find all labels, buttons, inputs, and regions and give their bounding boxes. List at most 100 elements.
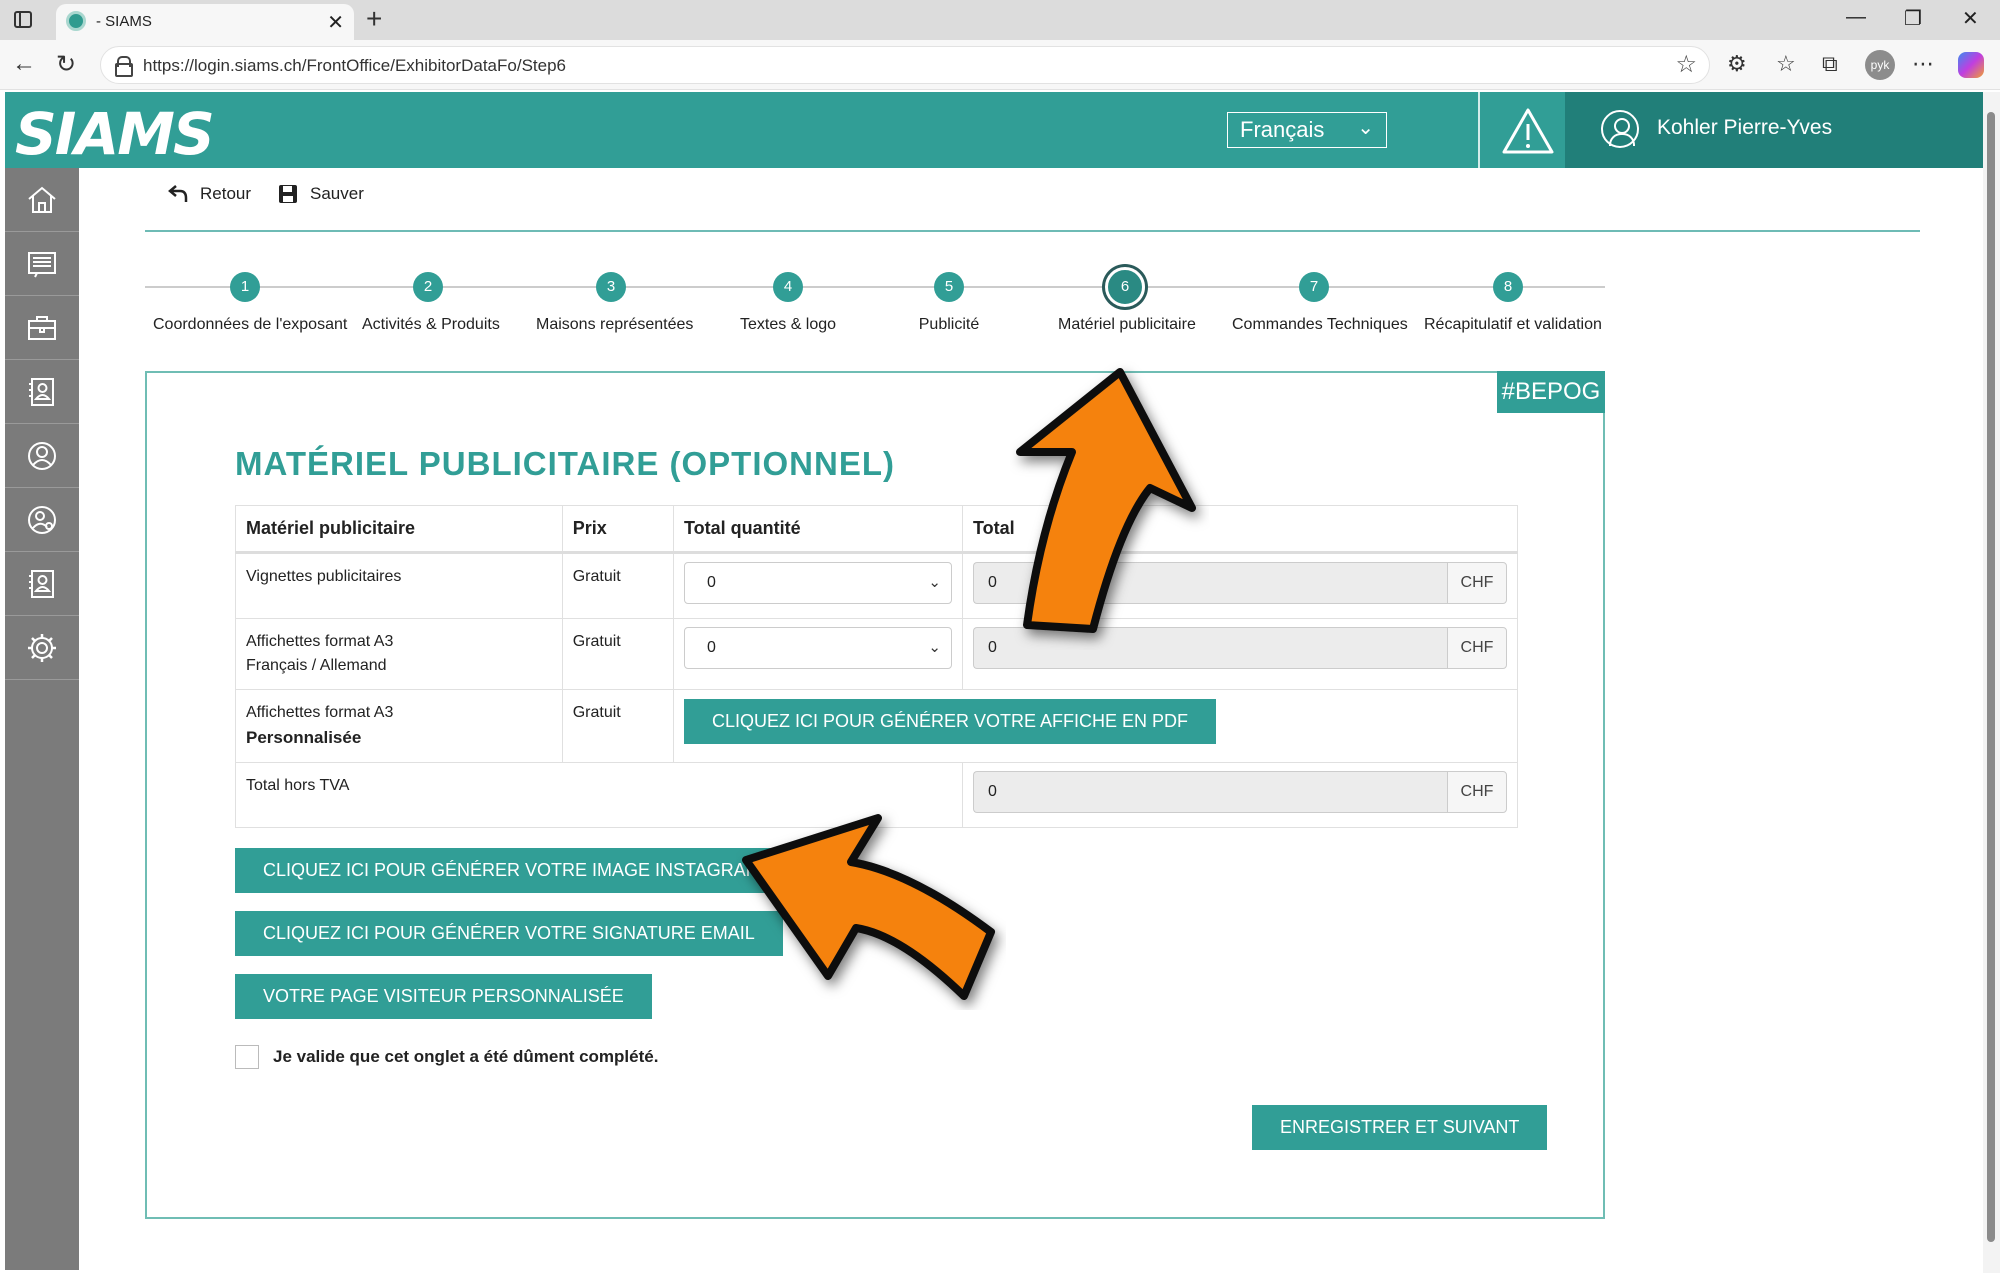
step-4[interactable]: 4 Textes & logo [740,272,836,334]
generate-instagram-button[interactable]: CLIQUEZ ICI POUR GÉNÉRER VOTRE IMAGE INS… [235,848,789,893]
url-text[interactable]: https://login.siams.ch/FrontOffice/Exhib… [143,56,566,76]
back-arrow-icon[interactable]: ← [12,50,36,78]
profile-avatar[interactable]: pyk [1865,50,1895,80]
sidebar-item-settings[interactable] [5,616,79,680]
browser-tab[interactable]: - SIAMS ✕ [56,4,354,40]
extensions-icon[interactable]: ⚙ [1727,51,1747,77]
siams-logo[interactable]: SIAMS [15,100,215,168]
total-value: 0 [972,771,1447,813]
confirm-checkbox[interactable] [235,1045,259,1069]
step-number: 6 [1105,267,1145,307]
warning-icon[interactable] [1500,106,1556,156]
step-6-active[interactable]: 6 Matériel publicitaire [1058,267,1196,334]
favorites-icon[interactable]: ☆ [1776,51,1796,77]
home-icon [28,186,56,213]
item-price: Gratuit [561,689,674,763]
page-scrollbar[interactable] [1983,92,2000,1273]
minimize-icon[interactable]: — [1846,6,1866,29]
user-menu[interactable]: Kohler Pierre-Yves [1565,92,1983,168]
item-name: Affichettes format A3 [246,633,394,650]
sidebar-item-news[interactable] [5,232,79,296]
undo-arrow-icon [168,185,188,202]
item-price: Gratuit [561,618,674,690]
tab-actions-icon[interactable] [14,11,32,28]
user-settings-icon [28,505,56,534]
reload-icon[interactable]: ↻ [56,50,76,79]
more-menu-icon[interactable]: ⋯ [1912,51,1934,77]
lock-icon[interactable] [115,56,133,77]
chevron-down-icon: ⌄ [928,639,941,656]
save-button[interactable]: Sauver [278,184,364,204]
form-panel: #BEPOG MATÉRIEL PUBLICITAIRE (OPTIONNEL)… [145,371,1605,1219]
item-subtitle: Français / Allemand [246,657,387,674]
tab-close-icon[interactable]: ✕ [327,10,344,35]
collections-icon[interactable]: ⧉ [1822,51,1838,77]
step-1[interactable]: 1 Coordonnées de l'exposant [153,272,348,334]
column-header: Total [961,505,1519,554]
item-name: Affichettes format A3 [246,704,394,721]
scrollbar-thumb[interactable] [1987,112,1995,1242]
step-number: 2 [413,272,443,302]
total-label: Total hors TVA [235,762,963,828]
user-avatar-icon [1601,110,1639,148]
table-row: Affichettes format A3 Français / Alleman… [235,618,1519,690]
visitor-page-button[interactable]: VOTRE PAGE VISITEUR PERSONNALISÉE [235,974,652,1019]
item-price: Gratuit [561,552,674,619]
table-total-row: Total hors TVA 0 CHF [235,762,1519,828]
window-close-icon[interactable]: ✕ [1962,6,1979,31]
sidebar-item-account[interactable] [5,488,79,552]
step-label: Matériel publicitaire [1058,316,1196,333]
item-name: Vignettes publicitaires [235,552,563,619]
chevron-down-icon: ⌄ [1357,117,1374,139]
generate-signature-button[interactable]: CLIQUEZ ICI POUR GÉNÉRER VOTRE SIGNATURE… [235,911,783,956]
favorite-star-icon[interactable]: ☆ [1675,50,1697,79]
chevron-down-icon: ⌄ [928,574,941,591]
step-label: Récapitulatif et validation [1424,316,1602,333]
sidebar-item-contact[interactable] [5,360,79,424]
user-name: Kohler Pierre-Yves [1657,116,1833,139]
app-header: SIAMS Français ⌄ Kohler Pierre-Yves [5,92,1983,168]
contact-card-icon [29,377,54,406]
sidebar-item-profile[interactable] [5,424,79,488]
user-circle-icon [28,441,56,470]
copilot-icon[interactable] [1958,52,1984,78]
favicon-icon [66,11,86,31]
step-8[interactable]: 8 Récapitulatif et validation [1424,272,1602,334]
step-label: Coordonnées de l'exposant [153,316,348,333]
back-button[interactable]: Retour [168,184,251,204]
sidebar-item-home[interactable] [5,168,79,232]
news-icon [28,251,56,277]
quantity-select[interactable]: 0 ⌄ [683,627,952,669]
url-field[interactable]: https://login.siams.ch/FrontOffice/Exhib… [100,46,1710,84]
confirm-row: Je valide que cet onglet a été dûment co… [235,1045,658,1069]
step-7[interactable]: 7 Commandes Techniques [1232,272,1408,334]
quantity-select[interactable]: 0 ⌄ [683,562,952,604]
step-number: 1 [230,272,260,302]
browser-tab-bar: - SIAMS ✕ + — ❐ ✕ [0,0,2000,40]
tab-title: - SIAMS [96,13,152,30]
generate-poster-pdf-button[interactable]: CLIQUEZ ICI POUR GÉNÉRER VOTRE AFFICHE E… [683,699,1217,744]
step-5[interactable]: 5 Publicité [912,272,986,334]
column-header: Total quantité [672,505,963,554]
sidebar-item-contacts[interactable] [5,552,79,616]
quantity-value: 0 [706,574,716,591]
restore-icon[interactable]: ❐ [1904,6,1922,31]
sidebar [5,168,79,1270]
step-3[interactable]: 3 Maisons représentées [536,272,693,334]
column-header: Prix [561,505,674,554]
step-number: 3 [596,272,626,302]
quantity-value: 0 [706,639,716,656]
step-label: Activités & Produits [362,316,500,333]
new-tab-icon[interactable]: + [366,3,382,35]
language-select[interactable]: Français ⌄ [1227,112,1387,148]
total-field: 0 CHF [972,562,1507,604]
save-and-next-button[interactable]: ENREGISTRER ET SUIVANT [1252,1105,1548,1150]
sidebar-item-briefcase[interactable] [5,296,79,360]
step-2[interactable]: 2 Activités & Produits [362,272,500,334]
materials-table: Matériel publicitaire Prix Total quantit… [235,505,1519,828]
currency-label: CHF [1446,562,1507,604]
step-label: Publicité [918,316,980,333]
toolbar-divider [145,230,1920,232]
floppy-disk-icon [279,185,297,203]
confirm-label: Je valide que cet onglet a été dûment co… [273,1047,659,1066]
